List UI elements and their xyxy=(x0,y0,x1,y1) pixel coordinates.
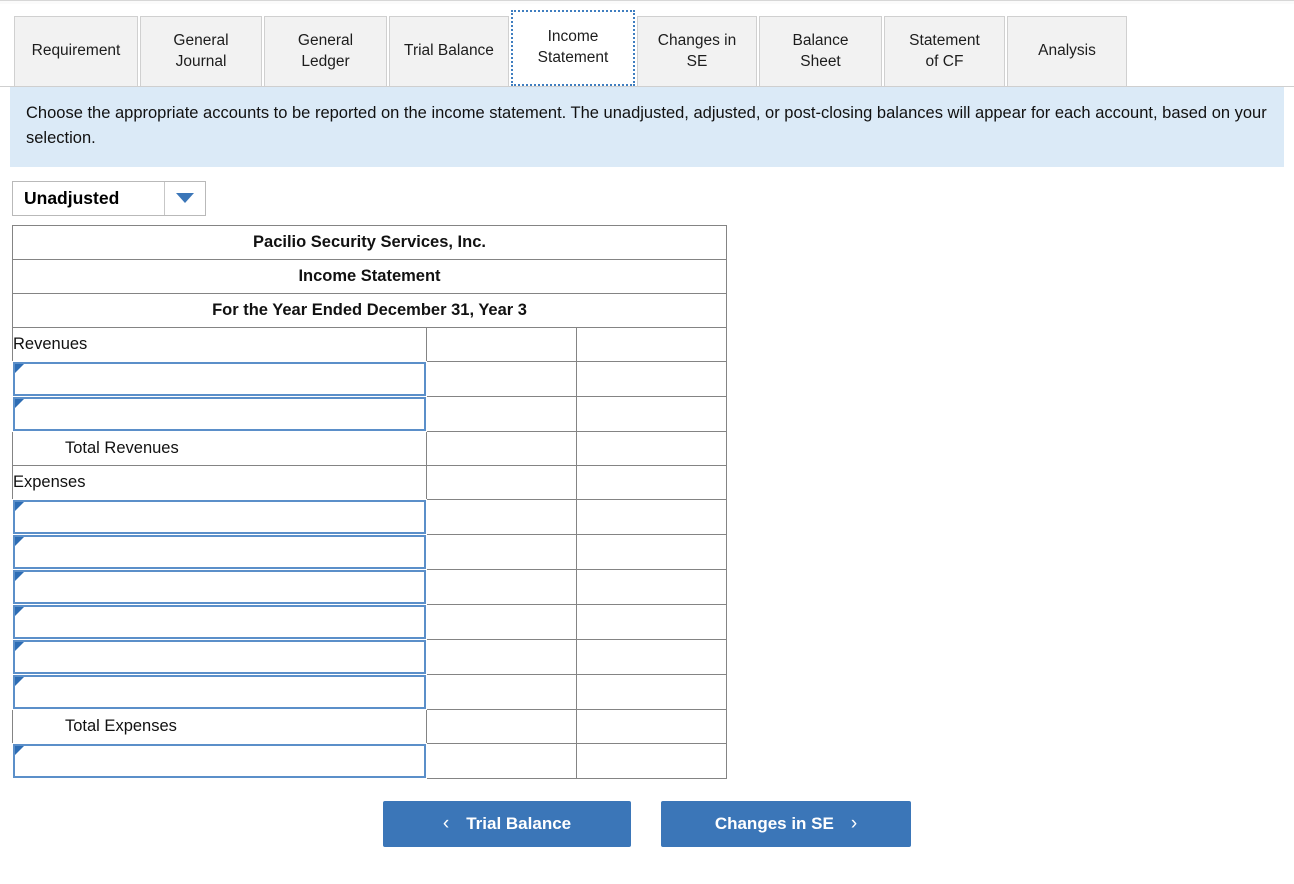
instruction-text: Choose the appropriate accounts to be re… xyxy=(26,104,1267,147)
amount-cell-2[interactable] xyxy=(577,327,727,361)
amount-cell-1[interactable] xyxy=(427,569,577,604)
total-label-cell: Total Revenues xyxy=(13,431,427,465)
prev-trial-balance-button[interactable]: ‹ Trial Balance xyxy=(383,801,631,847)
income-statement-table: Pacilio Security Services, Inc.Income St… xyxy=(12,225,727,779)
amount-cell-2[interactable] xyxy=(577,465,727,499)
statement-title-line: Income Statement xyxy=(13,259,727,293)
tab-general-ledger[interactable]: General Ledger xyxy=(264,16,387,86)
amount-cell-1[interactable] xyxy=(427,674,577,709)
chevron-right-icon: › xyxy=(851,813,857,835)
chevron-down-icon[interactable] xyxy=(164,182,205,215)
account-select-cell xyxy=(13,743,427,778)
statement-title-line: For the Year Ended December 31, Year 3 xyxy=(13,293,727,327)
tab-requirement[interactable]: Requirement xyxy=(14,16,138,86)
amount-cell-1[interactable] xyxy=(427,465,577,499)
account-select-cell xyxy=(13,396,427,431)
balance-type-value: Unadjusted xyxy=(13,182,164,215)
next-changes-in-se-button[interactable]: Changes in SE › xyxy=(661,801,911,847)
statement-row: Expenses xyxy=(13,465,727,499)
statement-row xyxy=(13,499,727,534)
tab-statement-of-cf[interactable]: Statement of CF xyxy=(884,16,1005,86)
amount-cell-2[interactable] xyxy=(577,569,727,604)
account-select-input[interactable] xyxy=(13,535,426,569)
account-select-cell xyxy=(13,534,427,569)
amount-cell-2[interactable] xyxy=(577,709,727,743)
statement-title-row: Pacilio Security Services, Inc. xyxy=(13,225,727,259)
account-select-input[interactable] xyxy=(13,570,426,604)
amount-cell-1[interactable] xyxy=(427,639,577,674)
account-select-input[interactable] xyxy=(13,362,426,396)
statement-row: Total Revenues xyxy=(13,431,727,465)
amount-cell-1[interactable] xyxy=(427,361,577,396)
amount-cell-1[interactable] xyxy=(427,327,577,361)
account-select-input[interactable] xyxy=(13,605,426,639)
account-select-cell xyxy=(13,639,427,674)
amount-cell-1[interactable] xyxy=(427,743,577,778)
tab-income-statement[interactable]: Income Statement xyxy=(511,10,635,86)
amount-cell-2[interactable] xyxy=(577,361,727,396)
statement-row xyxy=(13,674,727,709)
statement-row: Revenues xyxy=(13,327,727,361)
amount-cell-2[interactable] xyxy=(577,534,727,569)
statement-row xyxy=(13,639,727,674)
tab-general-journal[interactable]: General Journal xyxy=(140,16,262,86)
income-statement-area: Pacilio Security Services, Inc.Income St… xyxy=(0,225,1294,779)
chevron-left-icon: ‹ xyxy=(443,813,449,835)
account-select-input[interactable] xyxy=(13,640,426,674)
statement-title-line: Pacilio Security Services, Inc. xyxy=(13,225,727,259)
section-label-cell: Expenses xyxy=(13,465,427,499)
account-select-cell xyxy=(13,499,427,534)
statement-row xyxy=(13,534,727,569)
amount-cell-2[interactable] xyxy=(577,396,727,431)
account-select-cell xyxy=(13,674,427,709)
statement-title-row: For the Year Ended December 31, Year 3 xyxy=(13,293,727,327)
balance-selector-row: Unadjusted xyxy=(0,167,1294,225)
statement-row xyxy=(13,396,727,431)
amount-cell-2[interactable] xyxy=(577,639,727,674)
amount-cell-2[interactable] xyxy=(577,674,727,709)
amount-cell-2[interactable] xyxy=(577,431,727,465)
total-label-cell: Total Expenses xyxy=(13,709,427,743)
account-select-cell xyxy=(13,361,427,396)
prev-button-label: Trial Balance xyxy=(466,814,571,834)
tab-list: RequirementGeneral JournalGeneral Ledger… xyxy=(14,4,1294,86)
account-select-input[interactable] xyxy=(13,675,426,709)
balance-type-select[interactable]: Unadjusted xyxy=(12,181,206,216)
amount-cell-1[interactable] xyxy=(427,709,577,743)
statement-title-row: Income Statement xyxy=(13,259,727,293)
amount-cell-1[interactable] xyxy=(427,396,577,431)
account-select-input[interactable] xyxy=(13,744,426,778)
instruction-banner: Choose the appropriate accounts to be re… xyxy=(10,87,1284,167)
statement-row xyxy=(13,361,727,396)
statement-row xyxy=(13,604,727,639)
caret-shape xyxy=(176,193,194,203)
tab-balance-sheet[interactable]: Balance Sheet xyxy=(759,16,882,86)
amount-cell-2[interactable] xyxy=(577,604,727,639)
amount-cell-1[interactable] xyxy=(427,604,577,639)
account-select-input[interactable] xyxy=(13,397,426,431)
amount-cell-1[interactable] xyxy=(427,431,577,465)
amount-cell-2[interactable] xyxy=(577,743,727,778)
statement-row: Total Expenses xyxy=(13,709,727,743)
amount-cell-1[interactable] xyxy=(427,534,577,569)
account-select-cell xyxy=(13,604,427,639)
amount-cell-2[interactable] xyxy=(577,499,727,534)
account-select-input[interactable] xyxy=(13,500,426,534)
tab-trial-balance[interactable]: Trial Balance xyxy=(389,16,509,86)
tab-analysis[interactable]: Analysis xyxy=(1007,16,1127,86)
tab-bar: RequirementGeneral JournalGeneral Ledger… xyxy=(0,4,1294,87)
section-label-cell: Revenues xyxy=(13,327,427,361)
amount-cell-1[interactable] xyxy=(427,499,577,534)
statement-row xyxy=(13,569,727,604)
navigation-buttons: ‹ Trial Balance Changes in SE › xyxy=(0,801,1294,847)
statement-row xyxy=(13,743,727,778)
next-button-label: Changes in SE xyxy=(715,814,834,834)
account-select-cell xyxy=(13,569,427,604)
tab-changes-in-se[interactable]: Changes in SE xyxy=(637,16,757,86)
